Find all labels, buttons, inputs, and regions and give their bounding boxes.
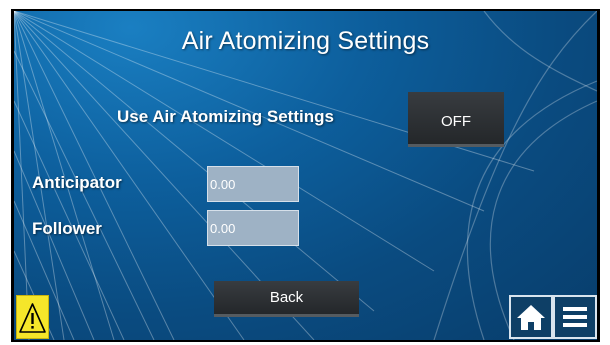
page-title: Air Atomizing Settings [181, 27, 430, 55]
follower-label: Follower [32, 219, 102, 238]
warning-button[interactable] [16, 295, 49, 339]
back-button-label: Back [269, 289, 304, 306]
use-air-atomizing-label: Use Air Atomizing Settings [117, 107, 334, 126]
use-air-atomizing-toggle[interactable]: OFF [408, 92, 504, 147]
anticipator-label: Anticipator [32, 173, 122, 192]
toggle-value: OFF [441, 112, 471, 130]
warning-icon [19, 303, 46, 333]
settings-screen: Air Atomizing Settings Use Air Atomizing… [14, 11, 597, 340]
follower-field[interactable] [207, 210, 299, 246]
anticipator-field[interactable] [207, 166, 299, 202]
hmi-device-frame: Air Atomizing Settings Use Air Atomizing… [11, 9, 600, 342]
home-icon [517, 305, 545, 330]
home-button[interactable] [509, 295, 553, 339]
back-button[interactable]: Back [214, 281, 359, 317]
menu-button[interactable] [553, 295, 597, 339]
menu-icon [563, 307, 587, 327]
